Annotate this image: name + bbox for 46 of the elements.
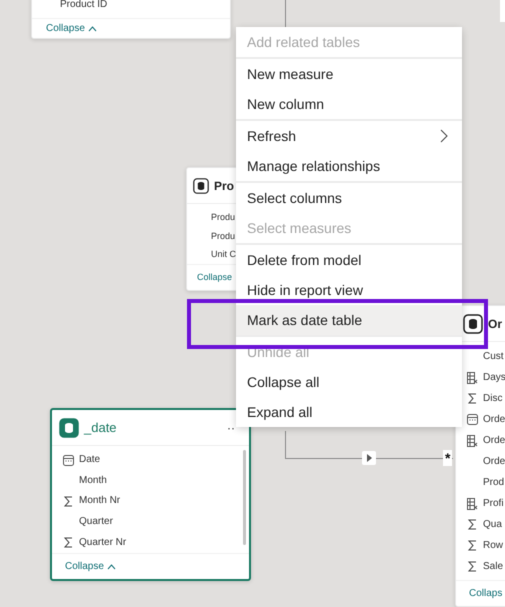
collapse-button[interactable]: Collapse bbox=[65, 559, 104, 574]
table-database-icon bbox=[463, 314, 483, 334]
field-name[interactable]: Date bbox=[79, 455, 100, 466]
chevron-up-icon bbox=[88, 26, 97, 32]
field-name[interactable]: Sale bbox=[483, 562, 504, 572]
field-name[interactable]: Orde bbox=[483, 414, 505, 424]
table-title: Pro bbox=[214, 178, 234, 194]
field-name[interactable]: Produ bbox=[211, 232, 236, 240]
menu-item[interactable]: Expand all bbox=[236, 397, 462, 427]
field-name[interactable]: Row bbox=[483, 540, 504, 550]
field-name[interactable]: Quarter bbox=[79, 517, 113, 528]
field-name[interactable]: Prod bbox=[483, 478, 504, 488]
field-name[interactable]: Quarter Nr bbox=[79, 538, 126, 548]
collapse-button[interactable]: Collaps bbox=[469, 586, 502, 601]
menu-item[interactable]: Delete from model bbox=[236, 245, 462, 275]
menu-item[interactable]: New column bbox=[236, 89, 462, 119]
collapse-button[interactable]: Collapse bbox=[46, 21, 85, 36]
field-name[interactable]: Qua bbox=[483, 520, 502, 530]
field-name[interactable]: Month Nr bbox=[79, 496, 120, 506]
menu-item[interactable]: Manage relationships bbox=[236, 151, 462, 181]
menu-item[interactable]: Collapse all bbox=[236, 367, 462, 397]
table-database-icon bbox=[193, 178, 209, 194]
field-name[interactable]: Produ bbox=[211, 212, 236, 222]
field-name[interactable]: Orde bbox=[483, 456, 505, 466]
field-name[interactable]: Month bbox=[79, 476, 107, 486]
menu-item[interactable]: New measure bbox=[236, 59, 462, 89]
field-name[interactable]: Profi bbox=[483, 498, 504, 508]
field-name[interactable]: Orde bbox=[483, 436, 505, 446]
table-database-icon bbox=[59, 418, 79, 438]
field-name[interactable]: Cust bbox=[483, 352, 504, 362]
field-name[interactable]: Unit C bbox=[211, 250, 236, 260]
chevron-up-icon bbox=[106, 564, 116, 570]
collapse-button[interactable]: Collapse bbox=[197, 270, 232, 284]
table-title: Or bbox=[488, 316, 502, 332]
table-title: _date bbox=[84, 418, 117, 437]
relationship-line bbox=[285, 0, 286, 30]
chevron-right-icon bbox=[440, 129, 448, 143]
scrollbar[interactable] bbox=[243, 450, 246, 545]
field-name[interactable]: Product ID bbox=[60, 0, 108, 10]
table-card[interactable]: Product ID Collapse bbox=[31, 0, 231, 39]
menu-item[interactable]: Select columns bbox=[236, 183, 462, 213]
menu-item[interactable]: Mark as date table bbox=[236, 305, 462, 335]
menu-item[interactable]: Refresh bbox=[236, 121, 462, 151]
more-options-button[interactable]: ·· bbox=[227, 422, 235, 434]
many-cardinality-mark: * bbox=[443, 450, 452, 466]
field-name[interactable]: Disc bbox=[483, 394, 502, 404]
